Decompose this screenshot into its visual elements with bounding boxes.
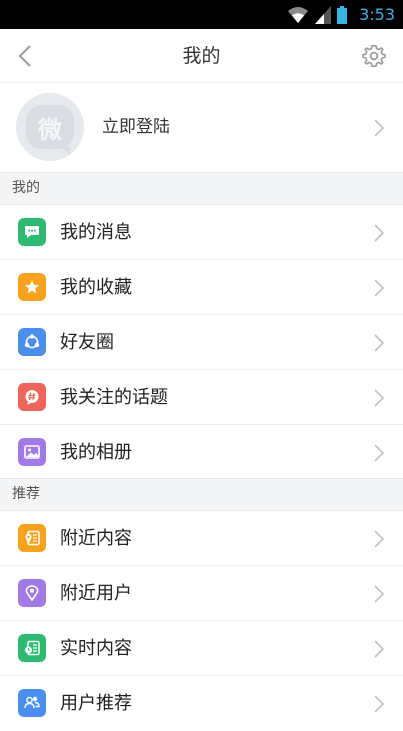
chevron-right-icon bbox=[374, 695, 385, 713]
list-item-friends-circle[interactable]: 好友圈 bbox=[0, 315, 403, 370]
list-item-nearby-content[interactable]: 附近内容 bbox=[0, 511, 403, 566]
chevron-right-icon bbox=[374, 530, 385, 548]
chevron-right-icon bbox=[374, 585, 385, 603]
chevron-right-icon bbox=[374, 444, 385, 462]
list-item-label: 我关注的话题 bbox=[60, 387, 168, 408]
list-item-my-album[interactable]: 我的相册 bbox=[0, 425, 403, 480]
list-item-my-favorites[interactable]: 我的收藏 bbox=[0, 260, 403, 315]
page-title: 我的 bbox=[182, 45, 221, 67]
chat-bubble-icon bbox=[18, 218, 46, 246]
realtime-content-icon bbox=[18, 634, 46, 662]
section-header-mine: 我的 bbox=[0, 172, 403, 205]
wifi-icon bbox=[288, 6, 309, 23]
list-item-followed-topics[interactable]: 我关注的话题 bbox=[0, 370, 403, 425]
list-item-user-recommend[interactable]: 用户推荐 bbox=[0, 676, 403, 731]
list-item-label: 用户推荐 bbox=[60, 693, 132, 714]
photo-icon bbox=[18, 438, 46, 466]
nav-bar: 我的 bbox=[0, 29, 403, 83]
status-bar: 3:53 bbox=[0, 0, 403, 29]
signal-icon bbox=[315, 5, 332, 24]
status-time: 3:53 bbox=[359, 5, 395, 24]
list-item-label: 我的消息 bbox=[60, 222, 132, 243]
star-icon bbox=[18, 273, 46, 301]
chevron-right-icon bbox=[374, 334, 385, 352]
nearby-content-icon bbox=[18, 524, 46, 552]
section-header-recommend: 推荐 bbox=[0, 478, 403, 511]
chevron-right-icon bbox=[374, 279, 385, 297]
hashtag-bubble-icon bbox=[18, 383, 46, 411]
list-item-realtime-content[interactable]: 实时内容 bbox=[0, 621, 403, 676]
chevron-right-icon bbox=[374, 224, 385, 242]
chevron-right-icon bbox=[374, 389, 385, 407]
list-item-my-messages[interactable]: 我的消息 bbox=[0, 205, 403, 260]
chevron-right-icon bbox=[374, 640, 385, 658]
settings-button[interactable] bbox=[359, 41, 389, 71]
avatar-char: 微 bbox=[38, 115, 62, 144]
list-item-label: 我的相册 bbox=[60, 442, 132, 463]
list-item-label: 附近用户 bbox=[60, 583, 132, 604]
users-recommend-icon bbox=[18, 689, 46, 717]
list-item-label: 附近内容 bbox=[60, 528, 132, 549]
battery-icon bbox=[337, 5, 348, 24]
avatar: 微 bbox=[16, 93, 84, 161]
list-item-label: 实时内容 bbox=[60, 638, 132, 659]
chevron-right-icon bbox=[374, 119, 385, 137]
weibo-avatar-icon: 微 bbox=[26, 105, 74, 155]
list-item-nearby-users[interactable]: 附近用户 bbox=[0, 566, 403, 621]
list-item-label: 好友圈 bbox=[60, 332, 114, 353]
location-pin-icon bbox=[18, 579, 46, 607]
gear-icon bbox=[362, 45, 386, 67]
list-item-label: 我的收藏 bbox=[60, 277, 132, 298]
share-circle-icon bbox=[18, 328, 46, 356]
login-label: 立即登陆 bbox=[102, 117, 170, 137]
login-row[interactable]: 微 立即登陆 bbox=[0, 83, 403, 172]
